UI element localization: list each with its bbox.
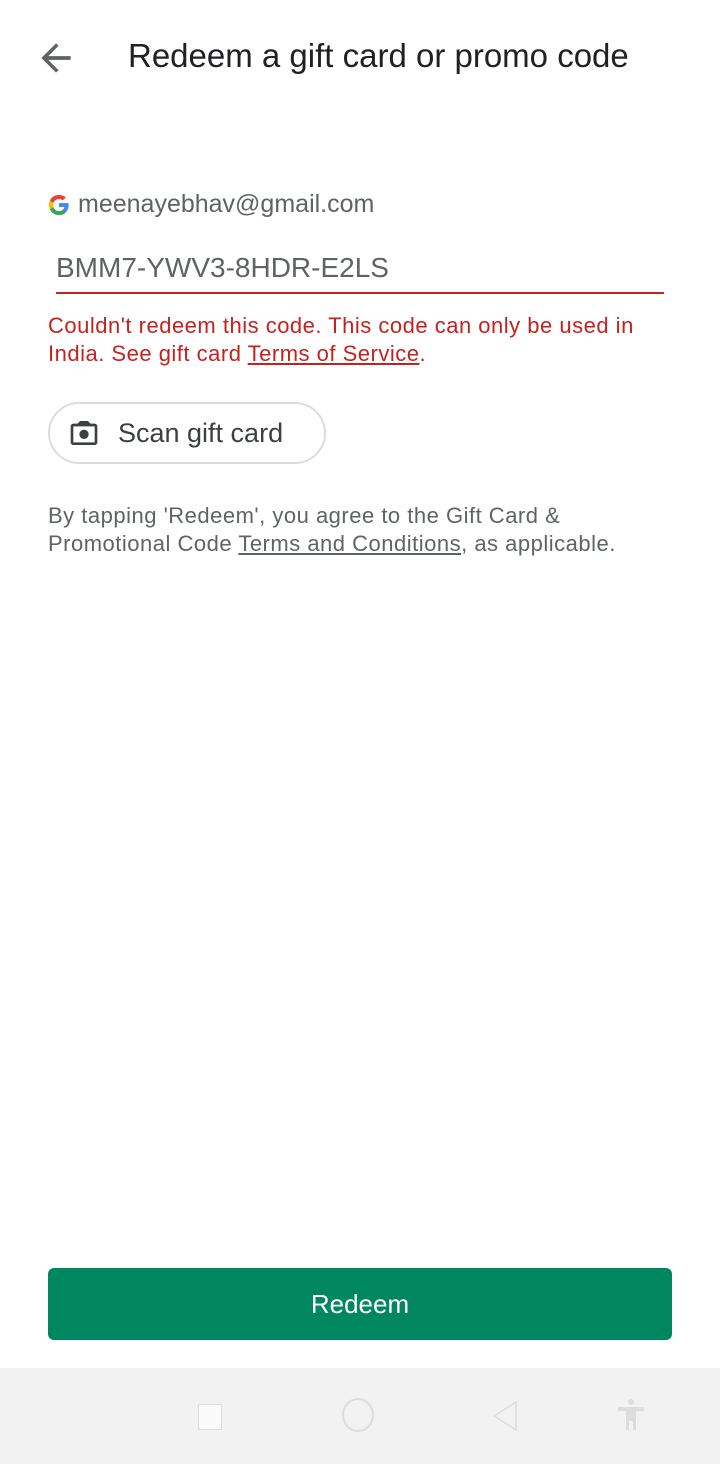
accessibility-icon[interactable] xyxy=(616,1398,646,1432)
home-circle-icon[interactable] xyxy=(342,1398,374,1432)
page-title: Redeem a gift card or promo code xyxy=(128,37,629,74)
back-triangle-icon[interactable] xyxy=(490,1400,520,1432)
camera-icon xyxy=(70,421,98,445)
scan-gift-card-button[interactable]: Scan gift card xyxy=(48,402,326,464)
terms-of-service-link[interactable]: Terms of Service xyxy=(248,341,420,366)
terms-notice: By tapping 'Redeem', you agree to the Gi… xyxy=(48,502,648,558)
scan-label: Scan gift card xyxy=(118,417,284,448)
redeem-button[interactable]: Redeem xyxy=(48,1268,672,1340)
account-row: meenayebhav@gmail.com xyxy=(48,190,374,219)
terms-suffix: , as applicable. xyxy=(461,531,616,556)
back-button[interactable] xyxy=(34,36,78,80)
terms-and-conditions-link[interactable]: Terms and Conditions xyxy=(238,531,461,556)
error-message: Couldn't redeem this code. This code can… xyxy=(48,312,668,368)
system-nav-bar xyxy=(0,1368,720,1464)
recents-square-icon[interactable] xyxy=(198,1404,222,1430)
arrow-left-icon xyxy=(41,43,71,73)
account-email: meenayebhav@gmail.com xyxy=(78,190,375,218)
google-g-icon xyxy=(48,194,69,215)
error-suffix: . xyxy=(419,341,427,366)
code-input[interactable] xyxy=(56,244,664,294)
